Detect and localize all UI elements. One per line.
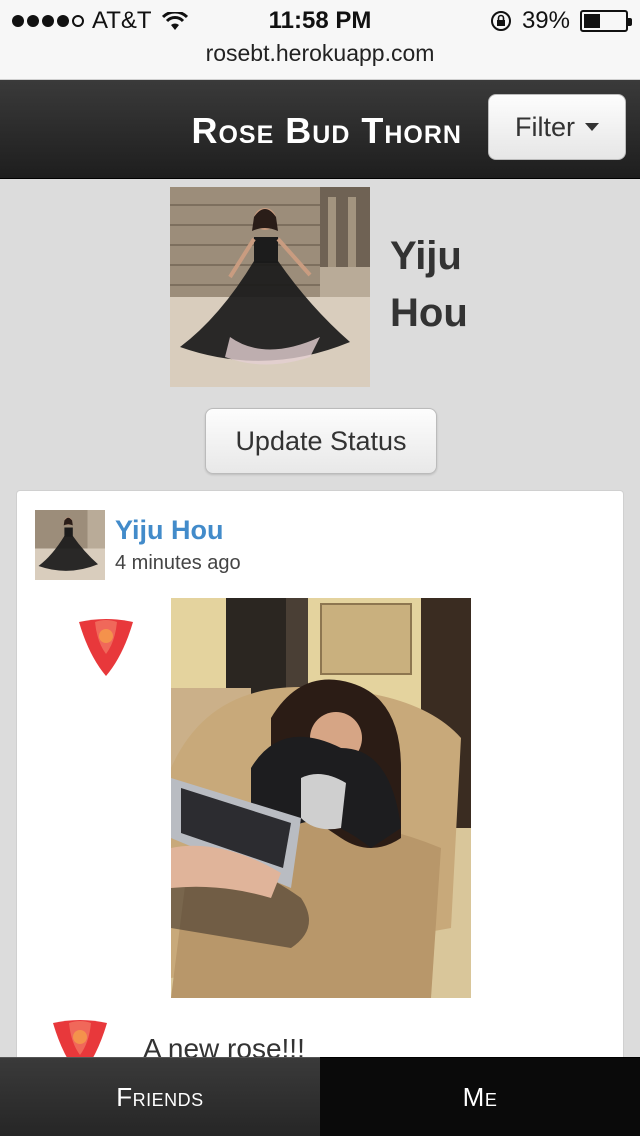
tab-friends[interactable]: Friends <box>0 1057 320 1136</box>
app-header: Rose Bud Thorn Filter <box>0 80 640 179</box>
profile-photo[interactable] <box>170 187 370 387</box>
post-author-name[interactable]: Yiju Hou <box>115 515 224 546</box>
rose-icon <box>79 619 133 676</box>
profile-last-name: Hou <box>390 291 468 335</box>
caret-down-icon <box>585 123 599 131</box>
profile-name: Yiju Hou <box>390 228 590 342</box>
bottom-tab-bar: Friends Me <box>0 1057 640 1136</box>
brand-title[interactable]: Rose Bud Thorn <box>191 110 462 152</box>
url-bar[interactable]: rosebt.herokuapp.com <box>0 40 640 67</box>
status-right: 39% <box>490 7 632 35</box>
update-status-button[interactable]: Update Status <box>205 408 437 474</box>
battery-percent: 39% <box>521 7 570 34</box>
profile-first-name: Yiju <box>390 234 462 278</box>
post-author-avatar[interactable] <box>35 510 105 580</box>
status-bar: AT&T 11:58 PM 39% rosebt.herokuapp.com <box>0 0 640 80</box>
filter-dropdown-button[interactable]: Filter <box>488 94 626 160</box>
battery-icon <box>580 10 632 32</box>
post-timestamp: 4 minutes ago <box>115 552 241 574</box>
tab-me[interactable]: Me <box>320 1057 640 1136</box>
filter-label: Filter <box>515 111 575 142</box>
post-card: Yiju Hou 4 minutes ago A new rose!!! <box>16 490 624 1110</box>
rotation-lock-icon <box>490 11 511 31</box>
post-photo[interactable] <box>171 598 471 998</box>
